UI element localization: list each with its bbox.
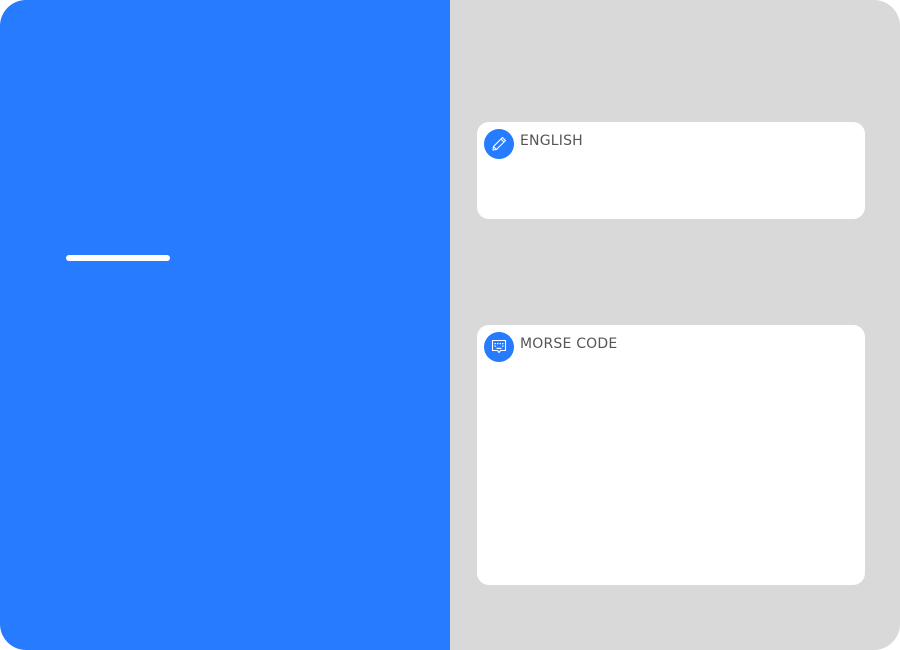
english-card: English (477, 122, 865, 219)
left-panel (0, 0, 450, 650)
english-input[interactable] (521, 156, 853, 209)
morse-code-card: Morse Code (477, 325, 865, 585)
chat-keyboard-icon (484, 332, 514, 362)
morse-card-header: Morse Code (484, 332, 617, 362)
right-panel: English (450, 0, 900, 650)
pencil-icon (484, 129, 514, 159)
accent-divider (66, 255, 170, 261)
app-window: English (0, 0, 900, 650)
english-card-title: English (520, 133, 583, 149)
morse-card-title: Morse Code (520, 336, 618, 352)
english-card-header: English (484, 129, 583, 159)
morse-code-output[interactable] (521, 361, 853, 575)
